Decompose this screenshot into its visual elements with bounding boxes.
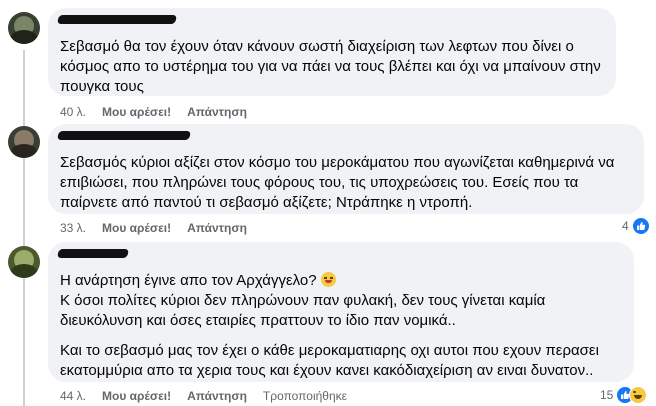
- reaction-count: 15: [600, 388, 614, 402]
- reply-button[interactable]: Απάντηση: [187, 105, 247, 119]
- author-name[interactable]: [57, 130, 191, 146]
- reply-button[interactable]: Απάντηση: [187, 221, 247, 235]
- comment-text: Η ανάρτηση έγινε απο τον Αρχάγγελο? Κ όσ…: [60, 271, 622, 381]
- reaction-count: 4: [622, 219, 629, 233]
- avatar[interactable]: [8, 12, 40, 44]
- grinning-emoji-icon: [320, 272, 336, 287]
- author-name[interactable]: [57, 248, 129, 264]
- avatar[interactable]: [8, 246, 40, 278]
- reaction-summary[interactable]: 15: [600, 386, 648, 404]
- comment-text: Σεβασμός κύριοι αξίζει στον κόσμο του με…: [60, 153, 632, 213]
- like-button[interactable]: Μου αρέσει!: [102, 389, 171, 403]
- comment-paragraph: Σεβασμό θα τον έχουν όταν κάνουν σωστή δ…: [60, 38, 601, 95]
- like-button[interactable]: Μου αρέσει!: [102, 105, 171, 119]
- comment-paragraph: Σεβασμός κύριοι αξίζει στον κόσμο του με…: [60, 154, 615, 211]
- author-name[interactable]: [57, 14, 177, 30]
- comment-bubble: Σεβασμός κύριοι αξίζει στον κόσμο του με…: [48, 124, 644, 214]
- like-icon: [631, 217, 650, 235]
- haha-icon: [629, 386, 648, 404]
- reply-button[interactable]: Απάντηση: [187, 389, 247, 403]
- redaction-scribble: [57, 15, 177, 24]
- like-button[interactable]: Μου αρέσει!: [102, 221, 171, 235]
- comment-line: Κ όσοι πολίτες κύριοι δεν πληρώνουν παν …: [60, 292, 546, 329]
- reaction-summary[interactable]: 4: [622, 217, 650, 235]
- timestamp[interactable]: 40 λ.: [60, 105, 86, 119]
- edited-label: Τροποποιήθηκε: [262, 389, 347, 403]
- comment-actions: 44 λ. Μου αρέσει! Απάντηση Τροποποιήθηκε: [60, 388, 363, 404]
- timestamp[interactable]: 33 λ.: [60, 221, 86, 235]
- thread-line: [23, 50, 25, 406]
- avatar[interactable]: [8, 126, 40, 158]
- comment-paragraph: Και το σεβασμό μας τον έχει ο κάθε μεροκ…: [60, 342, 599, 379]
- comment-paragraph: Η ανάρτηση έγινε απο τον Αρχάγγελο? Κ όσ…: [60, 271, 622, 331]
- comment-text: Σεβασμό θα τον έχουν όταν κάνουν σωστή δ…: [60, 37, 604, 97]
- redaction-scribble: [57, 249, 129, 258]
- comment-actions: 40 λ. Μου αρέσει! Απάντηση: [60, 104, 263, 120]
- comment-bubble: Σεβασμό θα τον έχουν όταν κάνουν σωστή δ…: [48, 8, 616, 96]
- comment-line: Η ανάρτηση έγινε απο τον Αρχάγγελο?: [60, 272, 317, 289]
- timestamp[interactable]: 44 λ.: [60, 389, 86, 403]
- comment-actions: 33 λ. Μου αρέσει! Απάντηση: [60, 220, 263, 236]
- comment-bubble: Η ανάρτηση έγινε απο τον Αρχάγγελο? Κ όσ…: [48, 242, 634, 382]
- redaction-scribble: [57, 131, 191, 140]
